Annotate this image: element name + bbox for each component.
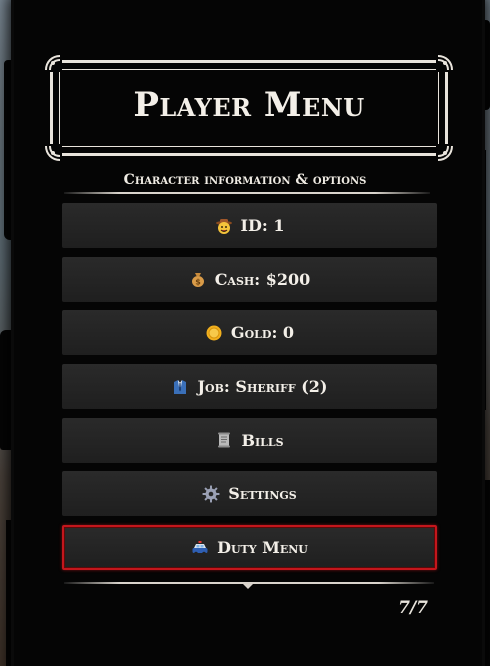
money-bag-icon: $	[189, 270, 207, 288]
menu-item-duty-menu[interactable]: Duty Menu	[62, 525, 437, 571]
menu-item-label: ID: 1	[240, 216, 285, 235]
menu-item-label: Gold: 0	[230, 323, 295, 343]
gold-coin-icon	[205, 324, 223, 342]
ornament-corner-icon	[436, 54, 454, 72]
divider-notch	[242, 583, 254, 589]
suit-icon	[171, 378, 189, 396]
ornament-corner-icon	[44, 54, 62, 72]
menu-item-label: Duty Menu	[217, 538, 308, 558]
gear-icon	[202, 485, 220, 503]
menu-subtitle: Character information & options	[123, 172, 367, 188]
game-screen: Player Menu Character information & opti…	[0, 0, 490, 666]
menu-item-label: Cash: $200	[214, 269, 311, 289]
svg-text:$: $	[195, 278, 201, 287]
menu-item-job[interactable]: Job: Sheriff (2)	[62, 364, 437, 410]
ornament-corner-icon	[436, 144, 454, 162]
page-title: Player Menu	[133, 85, 365, 125]
menu-item-label: Job: Sheriff (2)	[197, 377, 328, 397]
divider	[64, 192, 430, 194]
page-counter: 7/7	[398, 598, 428, 618]
menu-item-cash[interactable]: $ Cash: $200	[62, 256, 437, 302]
menu-item-bills[interactable]: Bills	[62, 417, 437, 463]
scroll-icon	[215, 431, 233, 449]
ornament-corner-icon	[44, 144, 62, 162]
cowboy-face-icon	[215, 217, 233, 235]
menu-item-label: Settings	[228, 484, 297, 504]
police-car-icon	[191, 539, 209, 557]
menu-item-gold[interactable]: Gold: 0	[62, 310, 437, 356]
menu-item-label: Bills	[241, 430, 284, 450]
menu-item-id[interactable]: ID: 1	[62, 203, 437, 248]
menu-item-settings[interactable]: Settings	[62, 471, 437, 517]
menu-list: ID: 1 $ Cash: $200 Gold: 0 Job: Sheriff …	[62, 203, 437, 579]
title-frame: Player Menu	[44, 54, 454, 162]
